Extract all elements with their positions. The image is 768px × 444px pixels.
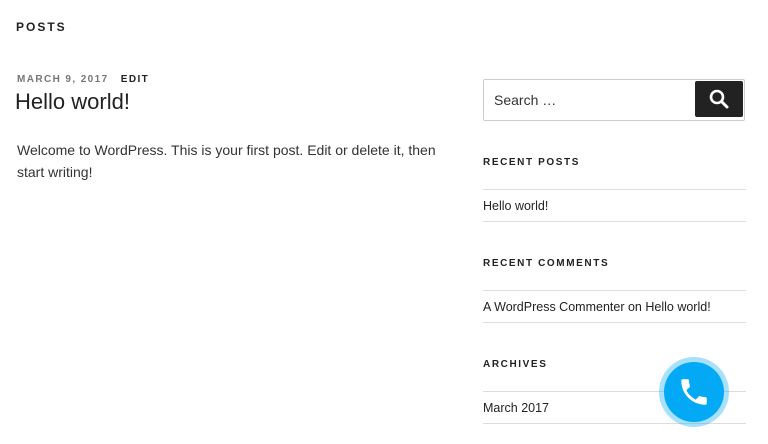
recent-posts-title: RECENT POSTS	[483, 157, 580, 168]
comment-post-link[interactable]: Hello world!	[645, 300, 710, 314]
recent-comments-list: A WordPress Commenter on Hello world!	[483, 290, 746, 323]
page-title: POSTS	[16, 20, 67, 34]
post-meta: MARCH 9, 2017 EDIT	[17, 74, 149, 85]
post-title[interactable]: Hello world!	[15, 89, 130, 115]
list-item: A WordPress Commenter on Hello world!	[483, 291, 746, 323]
search-form	[483, 79, 745, 121]
edit-post-link[interactable]: EDIT	[121, 74, 149, 85]
post-date[interactable]: MARCH 9, 2017	[17, 74, 109, 85]
recent-post-link[interactable]: Hello world!	[483, 199, 548, 213]
archives-title: ARCHIVES	[483, 359, 548, 370]
comment-author-link[interactable]: A WordPress Commenter	[483, 300, 624, 314]
comment-on-label: on	[627, 300, 642, 314]
post-content: Welcome to WordPress. This is your first…	[17, 142, 436, 180]
phone-icon	[681, 379, 707, 405]
call-button[interactable]	[659, 357, 729, 427]
call-button-circle	[664, 362, 724, 422]
recent-comments-title: RECENT COMMENTS	[483, 258, 610, 269]
list-item: Hello world!	[483, 190, 746, 222]
archive-link[interactable]: March 2017	[483, 401, 549, 415]
search-icon	[709, 89, 729, 109]
search-button[interactable]	[695, 81, 743, 117]
recent-posts-list: Hello world!	[483, 189, 746, 222]
